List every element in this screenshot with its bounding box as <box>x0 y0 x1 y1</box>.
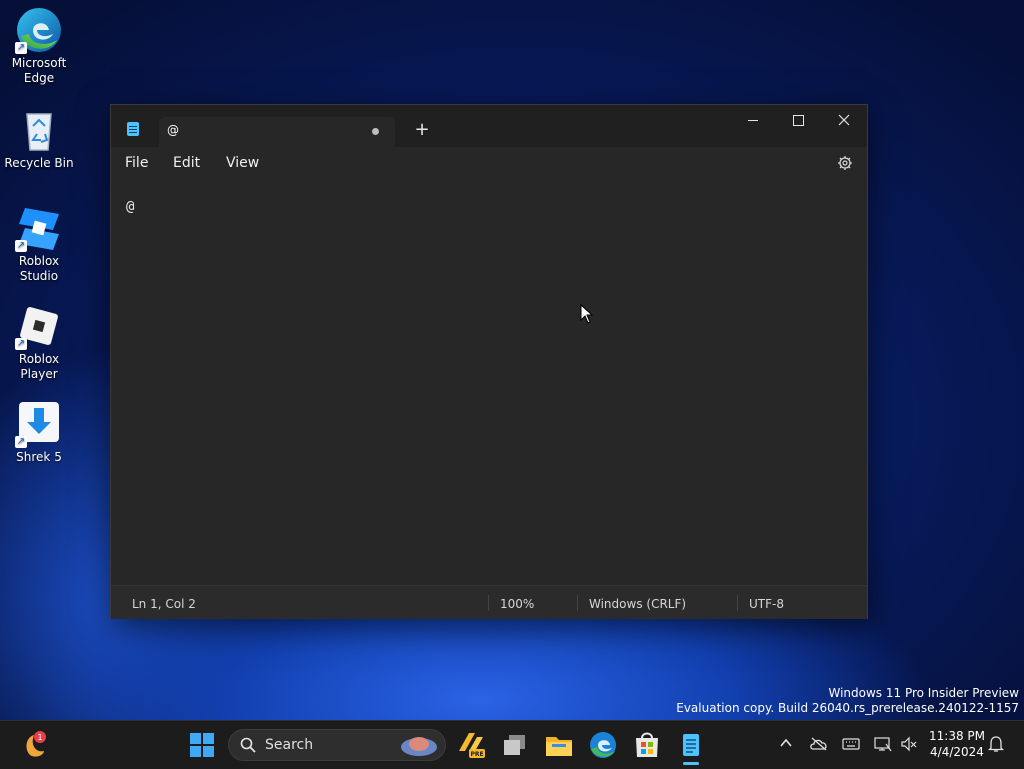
pre-badge: PRE <box>470 751 483 758</box>
download-icon: ↗ <box>15 400 63 448</box>
desktop-icon-recycle-bin[interactable]: Recycle Bin <box>2 106 76 171</box>
menu-file[interactable]: File <box>125 155 148 171</box>
clock-date: 4/4/2024 <box>930 745 984 759</box>
task-view-button[interactable] <box>499 729 531 761</box>
roblox-player-icon: ↗ <box>15 302 63 350</box>
clock-time: 11:38 PM <box>929 729 985 743</box>
desktop-icon-label: Roblox Studio <box>18 254 60 283</box>
text-editor[interactable]: @ <box>111 181 867 583</box>
windows-logo-icon <box>190 733 214 757</box>
status-zoom[interactable]: 100% <box>500 597 534 611</box>
task-view-icon <box>504 735 525 755</box>
desktop-icon-label: Roblox Player <box>18 352 60 381</box>
menu-view[interactable]: View <box>226 155 259 171</box>
search-icon <box>240 737 256 753</box>
notification-badge: 1 <box>37 733 42 742</box>
maximize-button[interactable] <box>775 105 821 135</box>
volume-muted-icon[interactable] <box>900 736 918 752</box>
maximize-icon <box>792 114 804 126</box>
editor-content: @ <box>126 199 135 215</box>
evaluation-watermark: Windows 11 Pro Insider Preview Evaluatio… <box>676 686 1019 716</box>
desktop-icon-label: Shrek 5 <box>16 450 62 464</box>
desktop-icon-roblox-player[interactable]: ↗ Roblox Player <box>2 302 76 382</box>
menu-edit[interactable]: Edit <box>173 155 200 171</box>
edge-icon: ↗ <box>15 6 63 54</box>
taskbar-search[interactable]: Search <box>228 729 446 761</box>
status-divider <box>488 595 489 611</box>
notepad-window: @ + File Edit View @ Ln 1, Col 2 100% Wi… <box>110 104 868 619</box>
status-encoding[interactable]: UTF-8 <box>749 597 784 611</box>
status-divider <box>737 595 738 611</box>
close-icon <box>838 114 850 126</box>
edge-icon <box>590 732 616 758</box>
desktop-icon-label: Recycle Bin <box>4 156 74 170</box>
tab-document[interactable]: @ <box>159 117 395 147</box>
edge-taskbar-button[interactable] <box>587 729 619 761</box>
status-divider <box>577 595 578 611</box>
search-highlight-icon <box>401 737 437 756</box>
menu-bar: File Edit View <box>111 147 867 181</box>
notification-bell-icon[interactable] <box>988 735 1004 753</box>
desktop-icon-label: Microsoft Edge <box>11 56 67 85</box>
network-icon[interactable] <box>874 736 892 752</box>
weather-widget[interactable]: 1 <box>16 729 48 761</box>
dev-home-icon: PRE <box>459 733 485 758</box>
roblox-studio-icon: ↗ <box>15 204 63 252</box>
close-button[interactable] <box>821 105 867 135</box>
unsaved-dot-icon[interactable] <box>372 128 379 135</box>
weather-moon-icon: 1 <box>26 731 46 757</box>
notepad-app-icon <box>127 122 139 136</box>
start-button[interactable] <box>186 729 218 761</box>
taskbar-dev-app[interactable]: PRE <box>455 729 487 761</box>
search-label: Search <box>265 737 314 753</box>
folder-icon <box>546 737 572 756</box>
settings-button[interactable] <box>837 155 853 171</box>
onedrive-offline-icon[interactable] <box>810 737 828 751</box>
watermark-line-1: Windows 11 Pro Insider Preview <box>828 686 1019 700</box>
store-icon <box>636 732 658 757</box>
minimize-icon <box>748 119 758 121</box>
desktop-icon-microsoft-edge[interactable]: ↗ Microsoft Edge <box>2 6 76 86</box>
keyboard-icon[interactable] <box>842 738 860 750</box>
new-tab-button[interactable]: + <box>411 119 433 141</box>
minimize-button[interactable] <box>730 105 776 135</box>
tab-title: @ <box>167 123 179 137</box>
system-clock[interactable]: 11:38 PM 4/4/2024 <box>922 728 992 760</box>
gear-icon <box>838 156 852 170</box>
taskbar: 1 Search PRE 11:38 PM 4/4/2024 <box>0 720 1024 769</box>
status-line-ending[interactable]: Windows (CRLF) <box>589 597 686 611</box>
desktop-icon-shrek-5[interactable]: ↗ Shrek 5 <box>2 400 76 465</box>
title-bar[interactable]: @ + <box>111 105 867 147</box>
microsoft-store-button[interactable] <box>631 729 663 761</box>
desktop-icon-roblox-studio[interactable]: ↗ Roblox Studio <box>2 204 76 284</box>
status-bar: Ln 1, Col 2 100% Windows (CRLF) UTF-8 <box>111 585 867 619</box>
status-cursor-position[interactable]: Ln 1, Col 2 <box>132 597 196 611</box>
active-app-indicator <box>683 762 699 765</box>
chevron-up-icon[interactable] <box>780 738 792 748</box>
mouse-pointer-icon <box>580 304 594 324</box>
recycle-bin-icon <box>15 106 63 154</box>
file-explorer-button[interactable] <box>543 729 575 761</box>
notepad-icon <box>683 734 699 756</box>
watermark-line-2: Evaluation copy. Build 26040.rs_prerelea… <box>676 701 1019 715</box>
notepad-taskbar-button[interactable] <box>675 729 707 761</box>
